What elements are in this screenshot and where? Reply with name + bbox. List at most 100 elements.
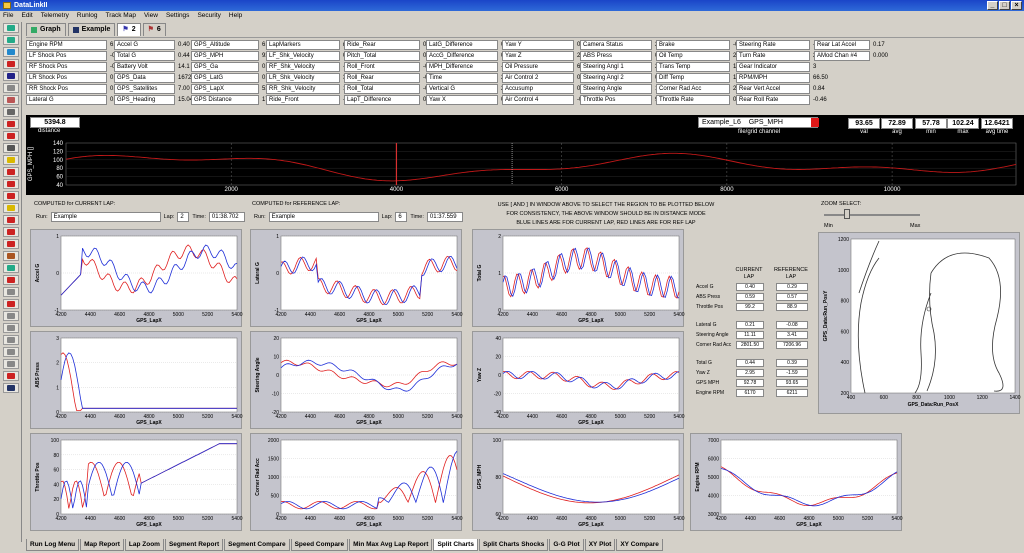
stat-label[interactable]: MPH_Difference	[426, 61, 498, 72]
bottom-tab-segment-report[interactable]: Segment Report	[164, 539, 224, 551]
menu-security[interactable]: Security	[197, 11, 220, 21]
stat-label[interactable]: RPM/MPH	[736, 72, 810, 83]
toolbar-button-20[interactable]	[3, 263, 19, 273]
stat-label[interactable]: Steering Angle	[580, 83, 652, 94]
stat-label[interactable]: Turn Rate	[736, 50, 810, 61]
toolbar-button-23[interactable]	[3, 299, 19, 309]
menu-view[interactable]: View	[144, 11, 158, 21]
stat-label[interactable]: GPS_Satellites	[114, 83, 175, 94]
stat-label[interactable]: LatG_Difference	[426, 39, 498, 50]
stat-label[interactable]: Roll_Rear	[344, 72, 420, 83]
bottom-tab-xy-compare[interactable]: XY Compare	[616, 539, 663, 551]
stat-label[interactable]: LR_Shk_Velocity	[266, 72, 340, 83]
toolbar-button-17[interactable]	[3, 227, 19, 237]
menu-runlog[interactable]: Runlog	[77, 11, 98, 21]
strip-chart[interactable]: 140 120 100 80 60 40 GPS_MPH [] 2000 4000 6000 800…	[26, 139, 1024, 191]
track-map[interactable]: 12001000800600400200400 600 800 1000 1200 140…	[819, 233, 1021, 415]
toolbar-button-9[interactable]	[3, 131, 19, 141]
toolbar-button-0[interactable]	[3, 23, 19, 33]
plot-chart[interactable]: 1008060402004200 4400 4600 4800 5000 5200 5400…	[31, 434, 243, 532]
tab-lap-6[interactable]: ⚑ 6	[142, 23, 166, 36]
toolbar-button-26[interactable]	[3, 335, 19, 345]
toolbar-button-30[interactable]	[3, 383, 19, 393]
stat-label[interactable]: Battery Volt	[114, 61, 175, 72]
stat-label[interactable]: Yaw Y	[502, 39, 574, 50]
toolbar-button-8[interactable]	[3, 119, 19, 129]
stat-label[interactable]: Yaw X	[426, 94, 498, 105]
toolbar-button-16[interactable]	[3, 215, 19, 225]
bottom-tab-split-charts[interactable]: Split Charts	[433, 539, 478, 551]
stat-label[interactable]: Pitch_Total	[344, 50, 420, 61]
tab-example[interactable]: Example	[67, 23, 116, 36]
plot-chart[interactable]: 10080604200 4400 4600 4800 5000 5200 5400GPS_L…	[473, 434, 685, 532]
stat-label[interactable]: Oil Temp	[656, 50, 730, 61]
stat-label[interactable]: Corner Rad Acc	[656, 83, 730, 94]
toolbar-button-10[interactable]	[3, 143, 19, 153]
plot-chart[interactable]: 700060005000400030004200 4400 4600 4800 5000…	[691, 434, 903, 532]
channel-color-swatch[interactable]	[811, 118, 819, 127]
plot-chart[interactable]: 32104200 4400 4600 4800 5000 5200 5400GPS_LapX…	[31, 332, 243, 430]
tab-graph[interactable]: Graph	[26, 23, 66, 36]
stat-label[interactable]: Lateral G	[26, 94, 107, 105]
menu-file[interactable]: File	[3, 11, 13, 21]
toolbar-button-3[interactable]	[3, 59, 19, 69]
stat-label[interactable]: Ride_Rear	[344, 39, 420, 50]
stat-label[interactable]: RF Shock Pos	[26, 61, 107, 72]
bottom-tab-run-log-menu[interactable]: Run Log Menu	[26, 539, 80, 551]
menu-settings[interactable]: Settings	[166, 11, 190, 21]
stat-label[interactable]: Roll_Total	[344, 83, 420, 94]
stat-label[interactable]: Engine RPM	[26, 39, 107, 50]
stat-label[interactable]: Throttle Pos	[580, 94, 652, 105]
plot-chart[interactable]: 20001500100050004200 4400 4600 4800 5000 5200…	[251, 434, 463, 532]
stat-label[interactable]: Total G	[114, 50, 175, 61]
stat-label[interactable]: Rear Vert Accel	[736, 83, 810, 94]
stat-label[interactable]: Rear Roll Rate	[736, 94, 810, 105]
toolbar-button-29[interactable]	[3, 371, 19, 381]
toolbar-button-7[interactable]	[3, 107, 19, 117]
stat-label[interactable]: Steering Angl 1	[580, 61, 652, 72]
toolbar-button-6[interactable]	[3, 95, 19, 105]
toolbar-button-2[interactable]	[3, 47, 19, 57]
toolbar-button-18[interactable]	[3, 239, 19, 249]
menu-edit[interactable]: Edit	[21, 11, 32, 21]
maximize-button[interactable]: □	[999, 1, 1010, 10]
bottom-tab-g-g-plot[interactable]: G-G Plot	[549, 539, 584, 551]
toolbar-button-12[interactable]	[3, 167, 19, 177]
toolbar-button-1[interactable]	[3, 35, 19, 45]
stat-label[interactable]: Ride_Front	[266, 94, 340, 105]
stat-label[interactable]: GPS_Data	[114, 72, 175, 83]
stat-label[interactable]: Brake	[656, 39, 730, 50]
stat-label[interactable]: Air Control 4	[502, 94, 574, 105]
stat-label[interactable]: Diff Temp	[656, 72, 730, 83]
stat-label[interactable]: GPS_LatG	[191, 72, 259, 83]
stat-label[interactable]: Time	[426, 72, 498, 83]
toolbar-button-27[interactable]	[3, 347, 19, 357]
plot-chart[interactable]: 20100-10-204200 4400 4600 4800 5000 5200 5400G…	[251, 332, 463, 430]
menu-track-map[interactable]: Track Map	[105, 11, 135, 21]
stat-label[interactable]: GPS_MPH	[191, 50, 259, 61]
stat-label[interactable]: Steering Rate	[736, 39, 810, 50]
toolbar-button-24[interactable]	[3, 311, 19, 321]
file-channel-box[interactable]: Example_L6 GPS_MPH	[698, 117, 818, 128]
stat-label[interactable]: LapT_Difference	[344, 94, 420, 105]
plot-chart[interactable]: 2104200 4400 4600 4800 5000 5200 5400GPS_LapXT…	[473, 230, 685, 328]
stat-label[interactable]: RR_Shk_Velocity	[266, 83, 340, 94]
bottom-tab-speed-compare[interactable]: Speed Compare	[290, 539, 349, 551]
bottom-tab-split-charts-shocks[interactable]: Split Charts Shocks	[478, 539, 549, 551]
menu-telemetry[interactable]: Telemetry	[41, 11, 69, 21]
stat-label[interactable]: AccG_Difference	[426, 50, 498, 61]
stat-label[interactable]: RR Shock Pos	[26, 83, 107, 94]
zoom-slider-track[interactable]	[824, 214, 920, 216]
tab-lap-2[interactable]: ⚑ 2	[117, 23, 141, 36]
toolbar-button-28[interactable]	[3, 359, 19, 369]
stat-label[interactable]: GPS_Altitude	[191, 39, 259, 50]
stat-label[interactable]: ABS Press	[580, 50, 652, 61]
bottom-tab-segment-compare[interactable]: Segment Compare	[224, 539, 290, 551]
stat-label[interactable]: Roll_Front	[344, 61, 420, 72]
stat-label[interactable]: Air Control 2	[502, 72, 574, 83]
minimize-button[interactable]: _	[987, 1, 998, 10]
stat-label[interactable]: Oil Pressure	[502, 61, 574, 72]
stat-label[interactable]: Rear Lat Accel	[814, 39, 870, 50]
stat-label[interactable]: AMod Chan #4	[814, 50, 870, 61]
plot-chart[interactable]: 40200-20-404200 4400 4600 4800 5000 5200 5400G…	[473, 332, 685, 430]
